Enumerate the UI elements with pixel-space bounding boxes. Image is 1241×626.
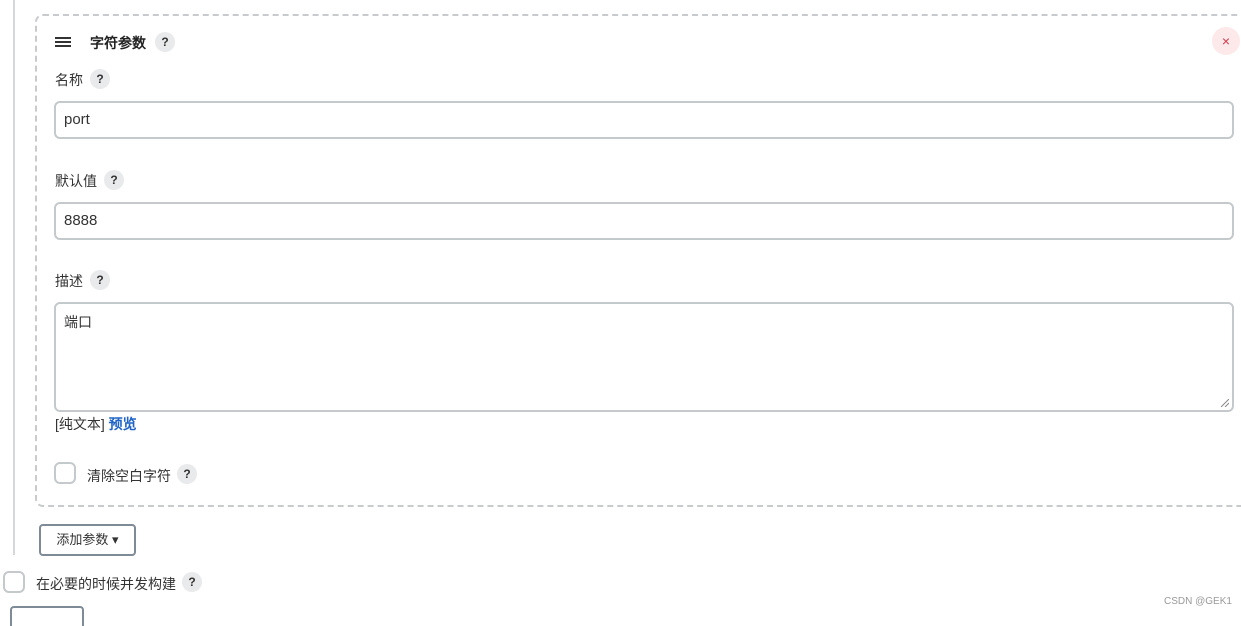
drag-handle-icon[interactable] xyxy=(55,37,71,47)
parameter-type-title: 字符参数 xyxy=(90,35,146,51)
resize-grip-icon[interactable] xyxy=(1221,399,1229,407)
help-icon[interactable]: ? xyxy=(177,464,197,484)
help-icon[interactable]: ? xyxy=(182,572,202,592)
delete-parameter-button[interactable]: × xyxy=(1212,27,1240,55)
description-label: 描述 xyxy=(55,273,83,289)
default-value-input[interactable]: 8888 xyxy=(54,202,1234,240)
description-textarea[interactable]: 端口 xyxy=(54,302,1234,412)
trim-label: 清除空白字符 xyxy=(87,468,171,484)
plain-text-label: [纯文本] xyxy=(55,416,105,432)
markup-format-line: [纯文本] 预览 xyxy=(55,414,137,434)
default-value-label: 默认值 xyxy=(55,173,97,189)
help-icon[interactable]: ? xyxy=(90,69,110,89)
nested-section-rule xyxy=(13,0,15,555)
chevron-down-icon: ▾ xyxy=(112,532,119,547)
description-value: 端口 xyxy=(64,314,92,330)
add-parameter-label: 添加参数 xyxy=(56,532,109,547)
help-icon[interactable]: ? xyxy=(104,170,124,190)
name-label: 名称 xyxy=(55,72,83,88)
trim-checkbox[interactable] xyxy=(54,462,76,484)
preview-link[interactable]: 预览 xyxy=(109,416,137,432)
concurrent-build-checkbox[interactable] xyxy=(3,571,25,593)
help-icon[interactable]: ? xyxy=(90,270,110,290)
next-section-button[interactable] xyxy=(10,606,84,626)
string-parameter-card: 字符参数 ? × 名称 ? port 默认值 ? 8888 描述 ? 端口 [纯… xyxy=(35,14,1241,507)
add-parameter-button[interactable]: 添加参数 ▾ xyxy=(39,524,136,556)
concurrent-build-label: 在必要的时候并发构建 xyxy=(36,576,176,592)
watermark: CSDN @GEK1 xyxy=(1164,596,1232,607)
help-icon[interactable]: ? xyxy=(155,32,175,52)
name-input[interactable]: port xyxy=(54,101,1234,139)
